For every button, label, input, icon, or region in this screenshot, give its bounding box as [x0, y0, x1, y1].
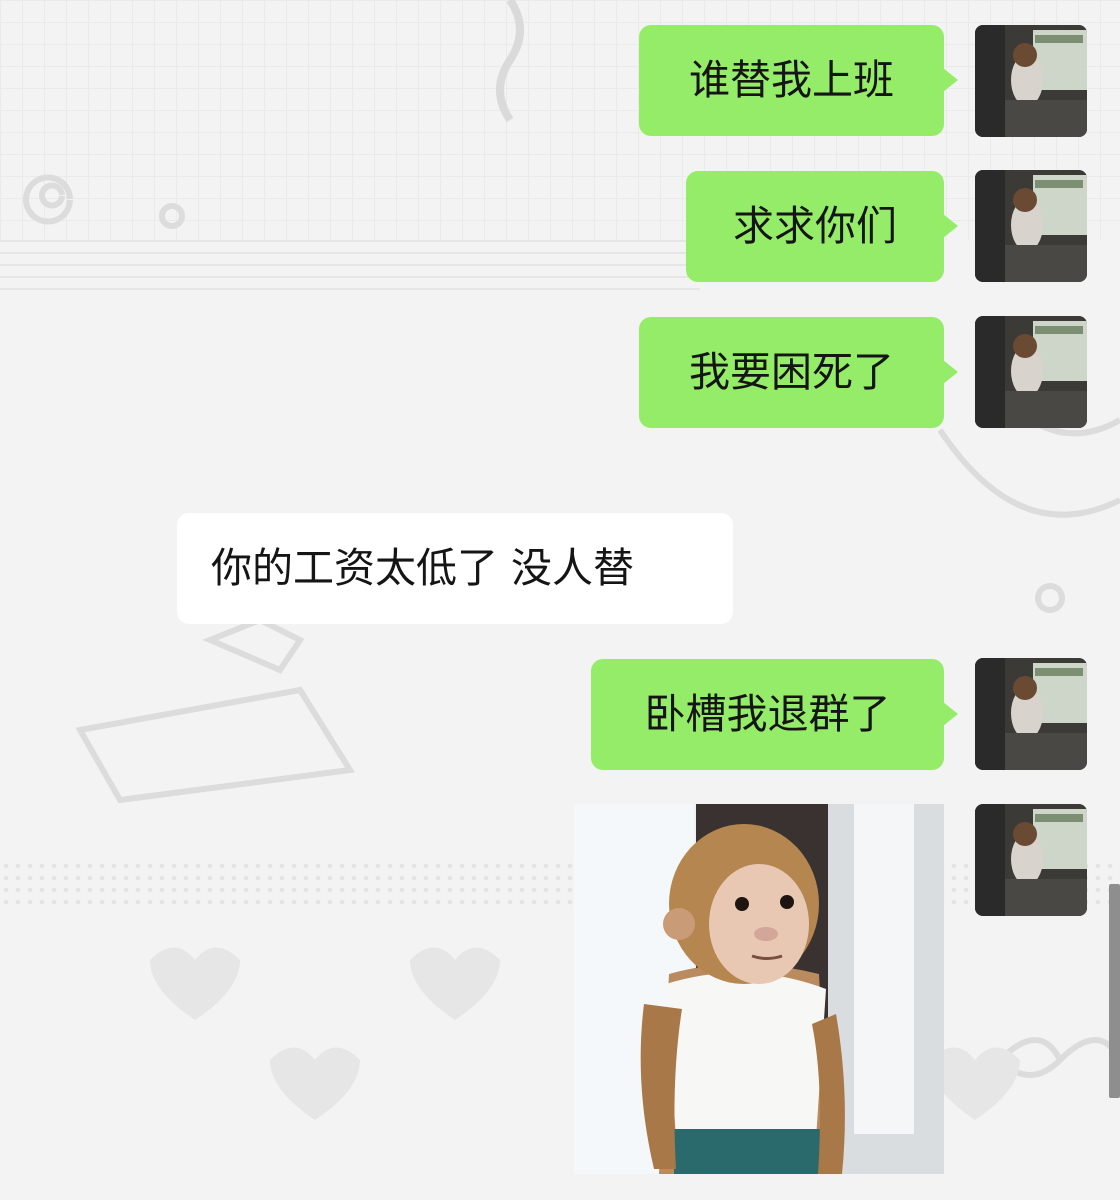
user-avatar[interactable]: [975, 658, 1087, 770]
user-avatar[interactable]: [975, 25, 1087, 137]
outgoing-message-bubble[interactable]: 卧槽我退群了: [591, 659, 958, 770]
avatar-photo-icon: [975, 25, 1087, 137]
message-text: 卧槽我退群了: [644, 690, 891, 738]
message-text: 谁替我上班: [689, 56, 894, 104]
message-text: 我要困死了: [689, 348, 894, 396]
outgoing-message-bubble[interactable]: 求求你们: [686, 171, 958, 282]
message-text: 你的工资太低了 没人替: [211, 544, 635, 592]
avatar-photo-icon: [975, 316, 1087, 428]
incoming-message-bubble[interactable]: 你的工资太低了 没人替: [177, 513, 733, 624]
user-avatar[interactable]: [975, 170, 1087, 282]
avatar-photo-icon: [975, 804, 1087, 916]
avatar-photo-icon: [975, 658, 1087, 770]
monkey-sticker-image[interactable]: [574, 804, 944, 1174]
outgoing-message-bubble[interactable]: 我要困死了: [639, 317, 958, 428]
message-text: 求求你们: [733, 202, 897, 250]
outgoing-message-bubble[interactable]: 谁替我上班: [639, 25, 958, 136]
user-avatar[interactable]: [975, 316, 1087, 428]
monkey-sticker-icon: [574, 804, 944, 1174]
avatar-photo-icon: [975, 170, 1087, 282]
chat-scrollbar[interactable]: [1109, 884, 1120, 1098]
user-avatar[interactable]: [975, 804, 1087, 916]
